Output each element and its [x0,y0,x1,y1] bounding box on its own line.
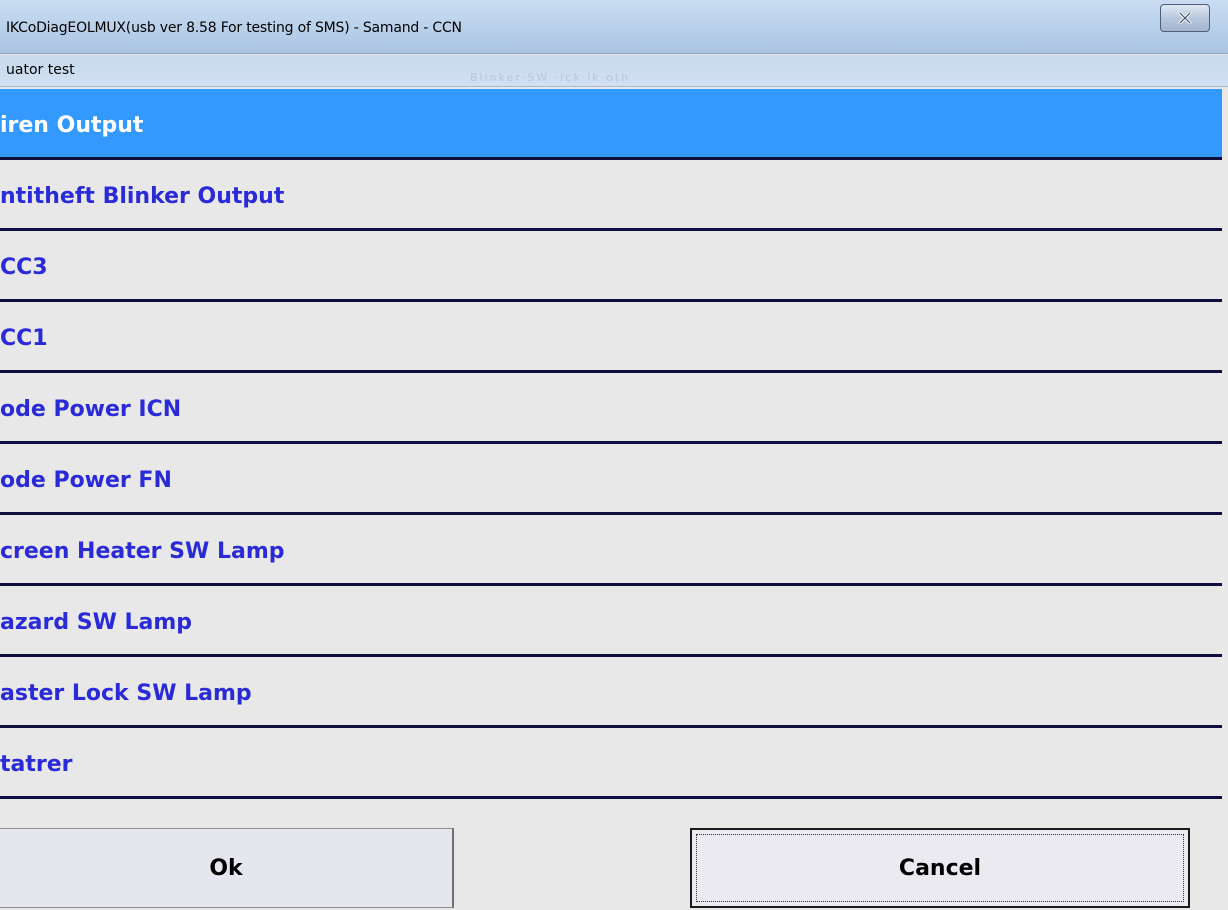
list-item[interactable]: aster Lock SW Lamp [0,657,1222,728]
list-item[interactable]: CC1 [0,302,1222,373]
window-title: IKCoDiagEOLMUX(usb ver 8.58 For testing … [6,20,462,36]
close-icon [1178,12,1192,24]
list-item[interactable]: ntitheft Blinker Output [0,160,1222,231]
list-item[interactable]: ode Power ICN [0,373,1222,444]
actuator-list: iren Output ntitheft Blinker Output CC3 … [0,89,1228,799]
list-item-label: aster Lock SW Lamp [0,681,252,706]
cancel-button-label: Cancel [898,855,982,881]
list-item[interactable]: azard SW Lamp [0,586,1222,657]
ok-button[interactable]: Ok [0,828,454,908]
list-item-label: CC1 [0,326,48,351]
section-label: uator test [6,62,75,78]
cancel-button[interactable]: Cancel [690,828,1190,908]
list-item-label: ntitheft Blinker Output [0,184,285,209]
sub-header: uator test Blinker·SW ·lck·lk·oth [0,55,1228,87]
list-item-label: tatrer [0,752,73,777]
list-item[interactable]: tatrer [0,728,1222,799]
list-item[interactable]: CC3 [0,231,1222,302]
ok-button-label: Ok [209,855,243,881]
list-item[interactable]: iren Output [0,89,1222,160]
list-item-label: azard SW Lamp [0,610,193,635]
list-item-label: iren Output [0,113,144,138]
list-item-label: ode Power ICN [0,397,182,422]
list-item[interactable]: creen Heater SW Lamp [0,515,1222,586]
list-item-label: CC3 [0,255,48,280]
dialog-window: IKCoDiagEOLMUX(usb ver 8.58 For testing … [0,0,1228,910]
list-item-label: creen Heater SW Lamp [0,539,285,564]
list-item-label: ode Power FN [0,468,172,493]
close-button[interactable] [1160,4,1210,32]
list-item[interactable]: ode Power FN [0,444,1222,515]
title-bar[interactable]: IKCoDiagEOLMUX(usb ver 8.58 For testing … [0,0,1228,54]
background-ghost-text: Blinker·SW ·lck·lk·oth [470,71,631,84]
